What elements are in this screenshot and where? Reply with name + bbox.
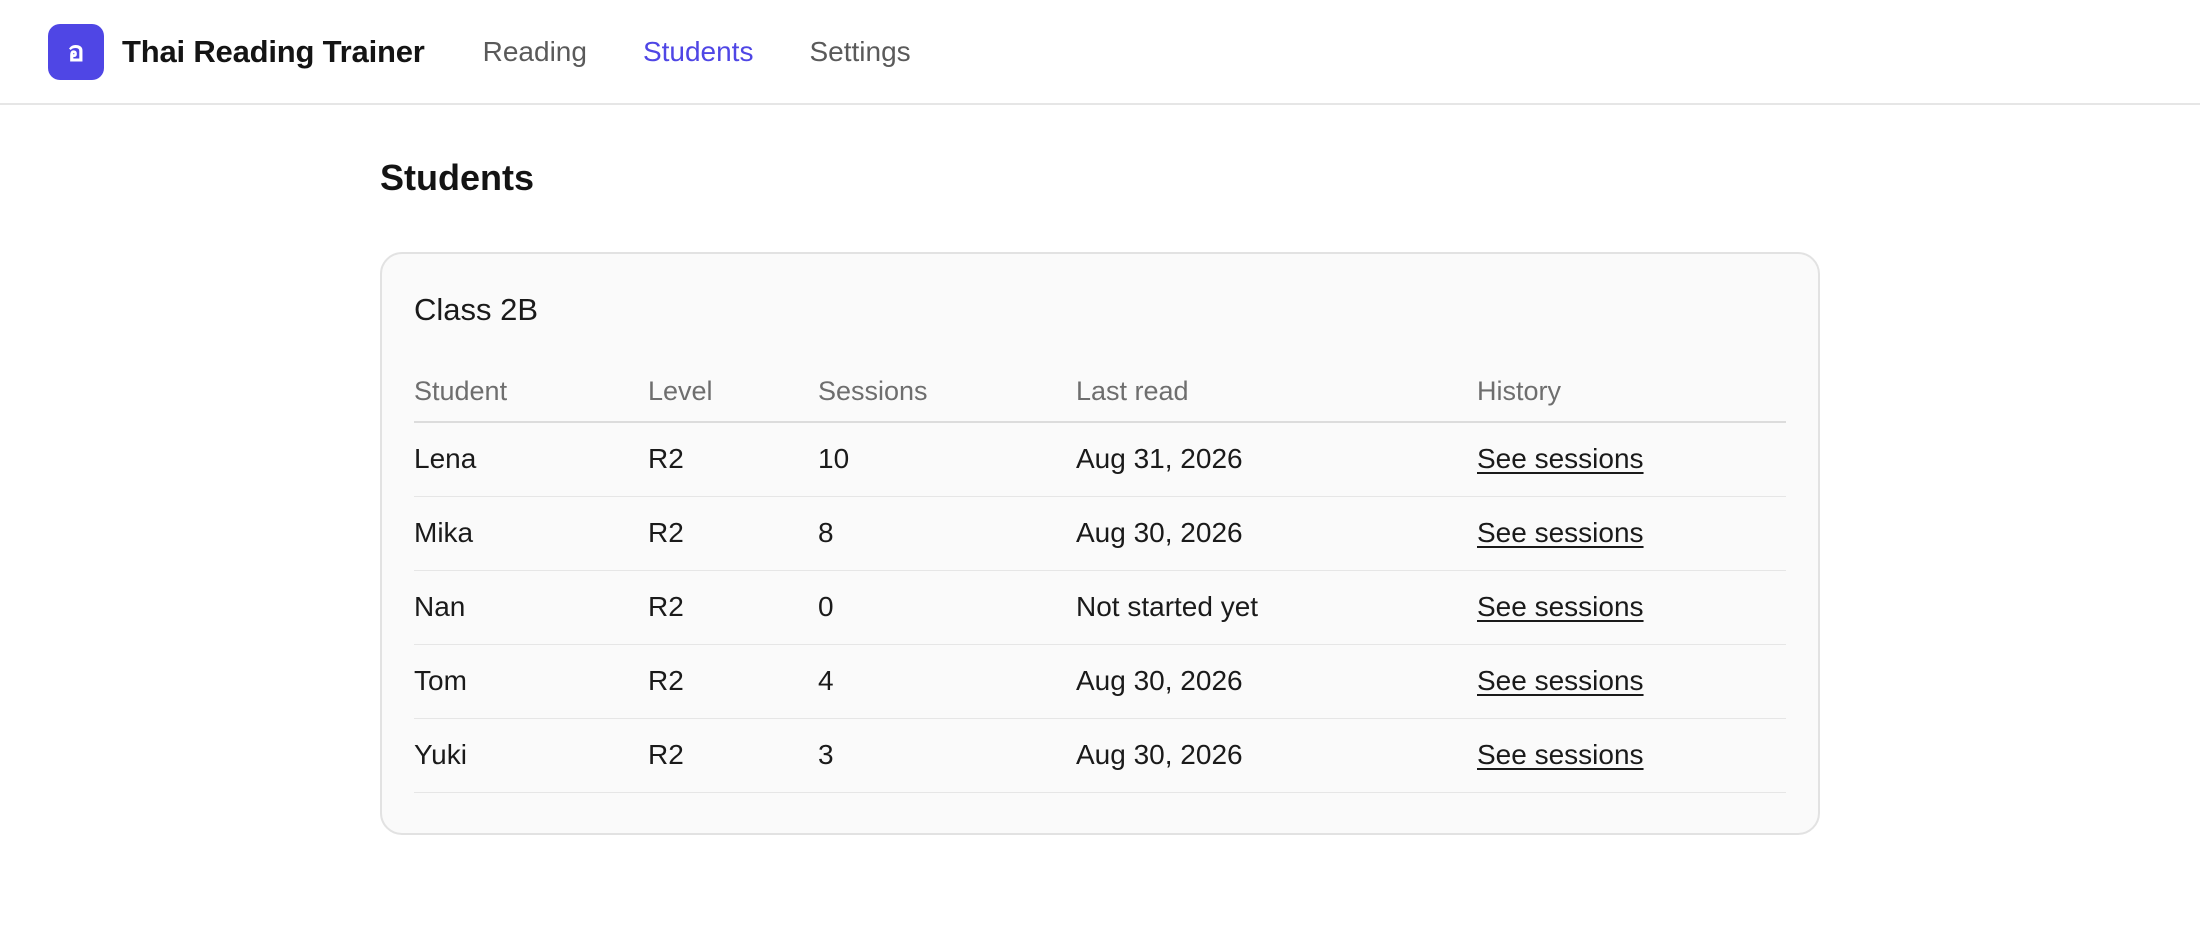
top-bar: อ Thai Reading Trainer Reading Students … [0, 0, 2200, 105]
student-level: R2 [648, 644, 818, 719]
class-name: Class 2B [414, 292, 539, 327]
see-sessions-link[interactable]: See sessions [1477, 443, 1644, 474]
column-header-sessions: Sessions [818, 364, 1076, 423]
main-content: Students Class 2B Student Level Sessions… [380, 157, 1820, 835]
nav-item-settings[interactable]: Settings [809, 36, 910, 68]
column-header-history: History [1477, 364, 1786, 423]
see-sessions-link[interactable]: See sessions [1477, 665, 1644, 696]
table-row: Nan R2 0 Not started yet See sessions [414, 570, 1786, 645]
table-row: Tom R2 4 Aug 30, 2026 See sessions [414, 644, 1786, 719]
student-sessions: 4 [818, 644, 1076, 719]
app-title: Thai Reading Trainer [122, 33, 425, 69]
column-header-student: Student [414, 364, 648, 423]
nav-item-students[interactable]: Students [643, 36, 754, 68]
student-last-read: Aug 30, 2026 [1076, 718, 1477, 793]
see-sessions-link[interactable]: See sessions [1477, 739, 1644, 770]
class-card: Class 2B Student Level Sessions Last rea… [380, 252, 1820, 835]
student-sessions: 3 [818, 718, 1076, 793]
see-sessions-link[interactable]: See sessions [1477, 591, 1644, 622]
student-name: Yuki [414, 718, 648, 793]
student-name: Tom [414, 644, 648, 719]
table-header-row: Student Level Sessions Last read History [414, 364, 1786, 423]
student-last-read: Aug 30, 2026 [1076, 644, 1477, 719]
students-table: Student Level Sessions Last read History… [414, 364, 1786, 793]
history-cell: See sessions [1477, 570, 1786, 645]
student-name: Nan [414, 570, 648, 645]
see-sessions-link[interactable]: See sessions [1477, 517, 1644, 548]
table-row: Mika R2 8 Aug 30, 2026 See sessions [414, 496, 1786, 571]
student-level: R2 [648, 718, 818, 793]
student-sessions: 10 [818, 422, 1076, 497]
student-last-read: Aug 31, 2026 [1076, 422, 1477, 497]
student-sessions: 0 [818, 570, 1076, 645]
history-cell: See sessions [1477, 496, 1786, 571]
student-last-read: Aug 30, 2026 [1076, 496, 1477, 571]
nav-item-reading[interactable]: Reading [483, 36, 587, 68]
history-cell: See sessions [1477, 644, 1786, 719]
history-cell: See sessions [1477, 718, 1786, 793]
student-sessions: 8 [818, 496, 1076, 571]
column-header-last-read: Last read [1076, 364, 1477, 423]
student-level: R2 [648, 422, 818, 497]
history-cell: See sessions [1477, 422, 1786, 497]
table-row: Yuki R2 3 Aug 30, 2026 See sessions [414, 718, 1786, 793]
student-last-read: Not started yet [1076, 570, 1477, 645]
student-level: R2 [648, 496, 818, 571]
main-nav: Reading Students Settings [483, 36, 967, 68]
table-row: Lena R2 10 Aug 31, 2026 See sessions [414, 422, 1786, 497]
column-header-level: Level [648, 364, 818, 423]
student-name: Lena [414, 422, 648, 497]
student-name: Mika [414, 496, 648, 571]
page-title: Students [380, 157, 535, 198]
app-logo-icon: อ [48, 23, 104, 80]
student-level: R2 [648, 570, 818, 645]
